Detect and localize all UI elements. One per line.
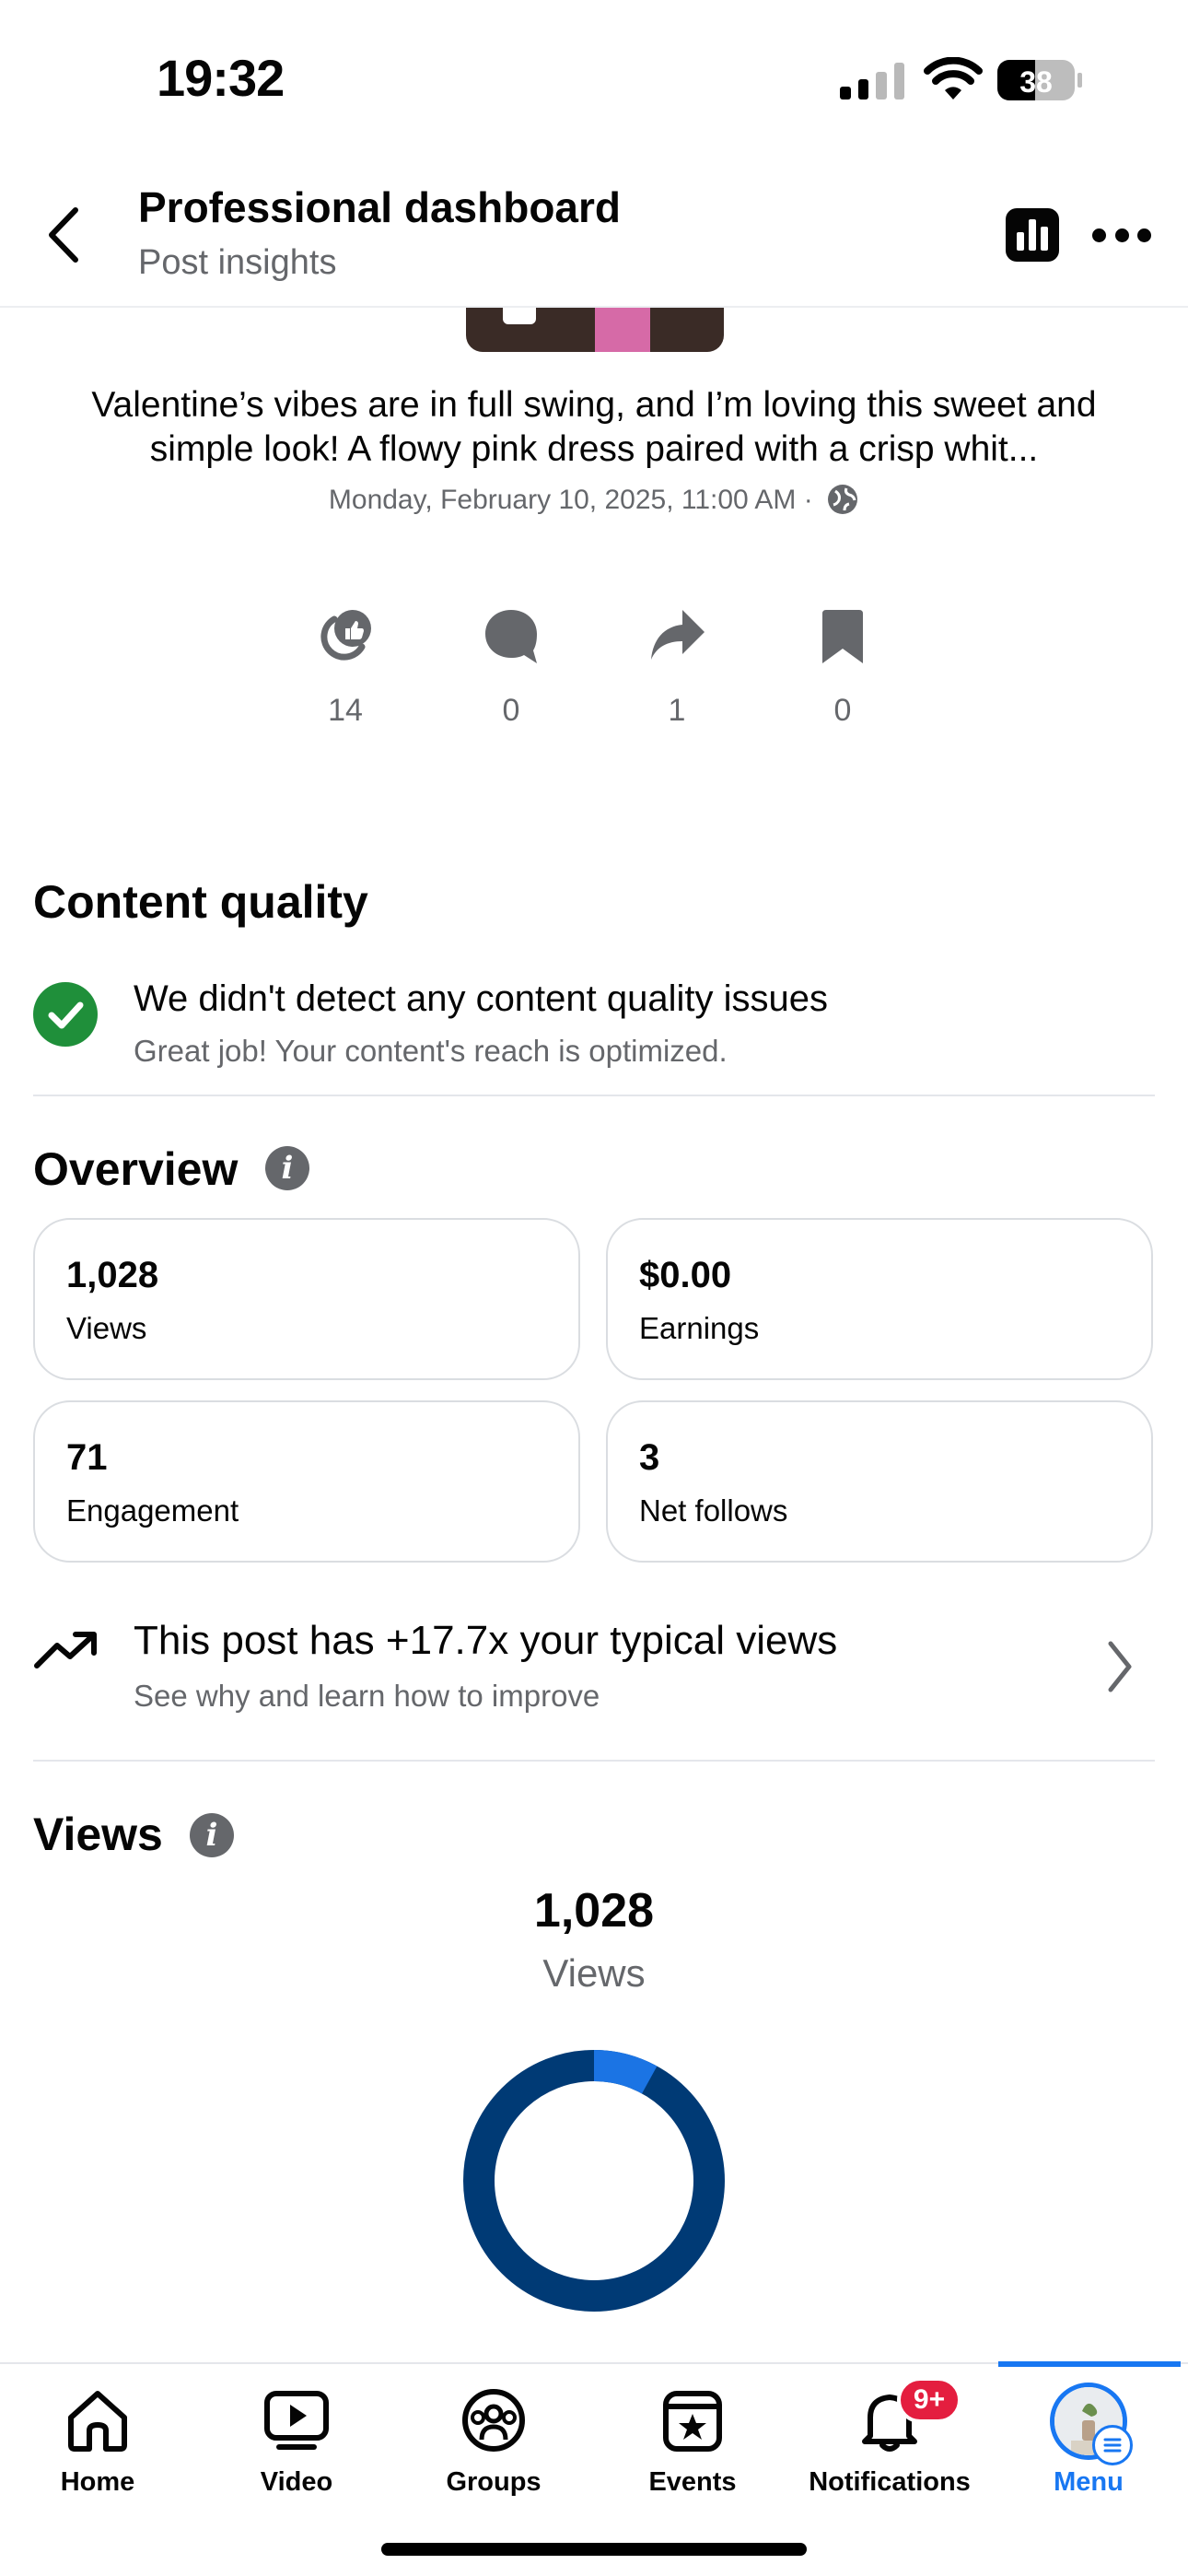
comments-count: 0	[502, 693, 520, 728]
tab-label: Notifications	[809, 2467, 971, 2497]
active-tab-indicator	[998, 2361, 1181, 2367]
battery-icon: 38	[997, 60, 1082, 100]
net-follows-card[interactable]: 3 Net follows	[606, 1400, 1153, 1563]
likes-count: 14	[328, 693, 363, 728]
home-icon	[68, 2391, 127, 2452]
shares-count: 1	[668, 693, 686, 728]
tab-home[interactable]: Home	[6, 2386, 190, 2498]
info-icon[interactable]: i	[190, 1813, 234, 1857]
views-total: 1,028	[533, 1884, 655, 1938]
engagement-card[interactable]: 71 Engagement	[33, 1400, 580, 1563]
post-date-text: Monday, February 10, 2025, 11:00 AM ·	[328, 485, 813, 515]
card-label: Engagement	[66, 1493, 239, 1528]
status-time: 19:32	[157, 49, 285, 107]
card-value: 3	[639, 1437, 660, 1478]
tab-label: Menu	[1054, 2467, 1124, 2497]
wifi-icon	[924, 57, 983, 100]
card-value: 1,028	[66, 1255, 159, 1295]
insights-chart-button[interactable]	[1006, 208, 1059, 262]
tab-label: Groups	[446, 2467, 542, 2497]
post-date: Monday, February 10, 2025, 11:00 AM ·	[0, 483, 1188, 516]
notifications-badge: 9+	[897, 2377, 961, 2423]
bookmark-icon	[822, 610, 863, 663]
video-icon	[264, 2391, 329, 2450]
card-value: 71	[66, 1437, 108, 1478]
typical-views-subtitle[interactable]: See why and learn how to improve	[134, 1679, 600, 1714]
menu-lines-icon	[1092, 2425, 1133, 2465]
info-icon[interactable]: i	[265, 1146, 309, 1190]
share-icon	[651, 610, 705, 660]
home-indicator	[381, 2543, 807, 2556]
donut-base-ring	[463, 2050, 725, 2312]
section-divider	[33, 1760, 1155, 1762]
like-icon	[320, 610, 371, 661]
shares-stat: 1	[631, 606, 723, 729]
tab-groups[interactable]: Groups	[402, 2386, 586, 2498]
post-thumbnail[interactable]	[466, 308, 724, 352]
page-title: Professional dashboard	[138, 183, 622, 231]
saves-count: 0	[833, 693, 852, 728]
content-quality-heading: Content quality	[33, 876, 368, 928]
saves-stat: 0	[797, 606, 889, 729]
bar-chart-icon	[1017, 219, 1048, 251]
views-total-label: Views	[542, 1951, 646, 1995]
views-card[interactable]: 1,028 Views	[33, 1218, 580, 1380]
section-divider	[33, 1095, 1155, 1096]
tab-label: Home	[60, 2467, 135, 2497]
tab-events[interactable]: Events	[600, 2386, 785, 2498]
tab-label: Video	[260, 2467, 333, 2497]
page-subtitle: Post insights	[138, 243, 337, 282]
views-donut-chart	[463, 2050, 725, 2312]
chevron-right-icon[interactable]	[1107, 1640, 1133, 1693]
views-heading: Views	[33, 1809, 163, 1860]
overview-heading: Overview	[33, 1143, 239, 1195]
globe-icon	[828, 485, 858, 514]
earnings-card[interactable]: $0.00 Earnings	[606, 1218, 1153, 1380]
events-icon	[663, 2391, 722, 2452]
more-options-button[interactable]	[1092, 223, 1151, 247]
checkmark-icon	[33, 982, 98, 1047]
card-label: Net follows	[639, 1493, 788, 1528]
card-label: Views	[66, 1311, 147, 1345]
tab-label: Events	[648, 2467, 737, 2497]
content-quality-title: We didn't detect any content quality iss…	[134, 978, 829, 1019]
battery-level: 38	[1019, 65, 1053, 99]
tab-video[interactable]: Video	[204, 2386, 389, 2498]
comment-icon	[485, 610, 537, 663]
post-caption: Valentine’s vibes are in full swing, and…	[91, 385, 1097, 469]
comments-stat: 0	[465, 606, 557, 729]
groups-icon	[462, 2389, 525, 2452]
cellular-signal-icon	[840, 61, 904, 100]
card-value: $0.00	[639, 1255, 732, 1295]
card-label: Earnings	[639, 1311, 760, 1345]
typical-views-title[interactable]: This post has +17.7x your typical views	[134, 1618, 837, 1664]
content-quality-subtitle: Great job! Your content's reach is optim…	[134, 1034, 728, 1068]
likes-stat: 14	[299, 606, 391, 729]
back-arrow-icon[interactable]	[42, 205, 83, 265]
trending-up-icon	[34, 1632, 97, 1669]
